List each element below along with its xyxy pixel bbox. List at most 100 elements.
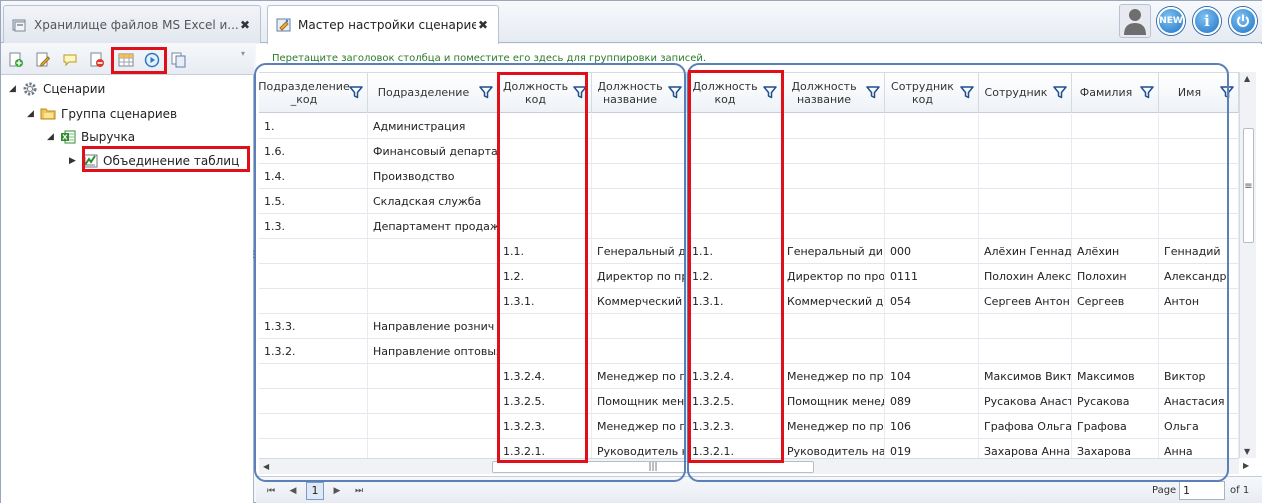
table-cell[interactable]: Сергеев xyxy=(1072,289,1159,314)
filter-icon[interactable] xyxy=(763,85,777,99)
table-cell[interactable] xyxy=(259,239,368,264)
filter-icon[interactable] xyxy=(1053,85,1067,99)
table-cell[interactable]: 1.3.2.5. xyxy=(498,389,592,414)
table-cell[interactable] xyxy=(979,214,1072,239)
column-header[interactable]: Должность название xyxy=(592,73,687,113)
table-cell[interactable] xyxy=(687,139,782,164)
table-cell[interactable]: Финансовый департам xyxy=(368,139,498,164)
table-cell[interactable] xyxy=(1072,164,1159,189)
table-cell[interactable]: Администрация xyxy=(368,114,498,139)
table-cell[interactable] xyxy=(687,114,782,139)
table-cell[interactable] xyxy=(368,414,498,439)
table-cell[interactable]: Менеджер по про xyxy=(782,414,885,439)
table-cell[interactable] xyxy=(498,314,592,339)
table-cell[interactable]: 1.3.3. xyxy=(259,314,368,339)
table-cell[interactable]: Руководитель н xyxy=(592,439,687,458)
table-cell[interactable] xyxy=(259,389,368,414)
table-cell[interactable] xyxy=(885,114,979,139)
table-cell[interactable]: Русакова xyxy=(1072,389,1159,414)
table-cell[interactable]: Департамент продаж xyxy=(368,214,498,239)
table-cell[interactable]: Производство xyxy=(368,164,498,189)
group-by-hint[interactable]: Перетащите заголовок столбца и поместите… xyxy=(272,53,706,64)
table-cell[interactable]: Менеджер по п xyxy=(592,364,687,389)
table-cell[interactable]: Складская служба xyxy=(368,189,498,214)
table-cell[interactable] xyxy=(782,139,885,164)
expand-arrow-icon[interactable]: ▶ xyxy=(69,156,79,166)
table-cell[interactable] xyxy=(592,139,687,164)
column-header[interactable]: Должность код xyxy=(687,73,782,113)
filter-icon[interactable] xyxy=(866,85,880,99)
current-page-button[interactable]: 1 xyxy=(306,482,324,500)
table-cell[interactable]: Коммерческий ди xyxy=(782,289,885,314)
filter-icon[interactable] xyxy=(349,85,363,99)
prev-page-icon[interactable]: ◀ xyxy=(286,484,300,498)
table-cell[interactable]: 000 xyxy=(885,239,979,264)
table-cell[interactable]: 1.3.1. xyxy=(498,289,592,314)
scroll-down-icon[interactable]: ▼ xyxy=(1244,447,1250,456)
collapse-arrow-icon[interactable]: ◢ xyxy=(9,84,19,94)
table-cell[interactable] xyxy=(368,439,498,458)
column-header[interactable]: Сотрудник код xyxy=(885,73,979,113)
table-cell[interactable]: Менеджер по про xyxy=(782,364,885,389)
table-cell[interactable] xyxy=(885,339,979,364)
table-cell[interactable]: Менеджер по п xyxy=(592,414,687,439)
panel-splitter[interactable]: ⋮ xyxy=(249,250,258,262)
table-cell[interactable] xyxy=(1159,189,1239,214)
column-header[interactable]: Подразделение xyxy=(368,73,498,113)
table-cell[interactable]: 1.3.1. xyxy=(687,289,782,314)
tab-excel-storage[interactable]: Хранилище файлов MS Excel и... ✖ xyxy=(3,5,261,43)
tree-node-scenarios[interactable]: ◢ Сценарии xyxy=(9,79,105,99)
copy-icon[interactable] xyxy=(169,50,189,70)
table-cell[interactable] xyxy=(979,164,1072,189)
table-row[interactable]: 1.1.Генеральный ди1.1.Генеральный дире00… xyxy=(259,239,1239,264)
scroll-left-icon[interactable]: ◀ xyxy=(263,462,269,471)
table-cell[interactable] xyxy=(687,189,782,214)
table-cell[interactable]: 1.1. xyxy=(687,239,782,264)
table-cell[interactable] xyxy=(259,439,368,458)
next-page-icon[interactable]: ▶ xyxy=(330,484,344,498)
table-row[interactable]: 1.3. Департамент продаж xyxy=(259,214,1239,239)
table-cell[interactable]: Максимов xyxy=(1072,364,1159,389)
table-cell[interactable] xyxy=(498,164,592,189)
first-page-icon[interactable]: ⏮ xyxy=(264,484,278,498)
table-cell[interactable] xyxy=(979,189,1072,214)
table-cell[interactable]: Генеральный дире xyxy=(782,239,885,264)
table-cell[interactable]: Направление оптовых xyxy=(368,339,498,364)
table-cell[interactable] xyxy=(1072,114,1159,139)
table-cell[interactable] xyxy=(1072,214,1159,239)
table-cell[interactable]: 1.3.2.1. xyxy=(498,439,592,458)
table-cell[interactable] xyxy=(782,114,885,139)
collapse-arrow-icon[interactable]: ◢ xyxy=(27,109,37,119)
table-cell[interactable]: Максимов Викт xyxy=(979,364,1072,389)
table-cell[interactable] xyxy=(498,114,592,139)
table-cell[interactable] xyxy=(498,339,592,364)
table-cell[interactable] xyxy=(885,139,979,164)
vertical-scrollbar[interactable]: ▲ ≡ ▼ xyxy=(1239,72,1256,458)
table-cell[interactable]: 1.3.2.1. xyxy=(687,439,782,458)
table-cell[interactable] xyxy=(259,289,368,314)
table-cell[interactable]: 089 xyxy=(885,389,979,414)
tab-scenario-wizard[interactable]: Мастер настройки сценариев ✖ xyxy=(267,5,499,44)
table-cell[interactable] xyxy=(368,239,498,264)
table-cell[interactable] xyxy=(368,289,498,314)
column-header[interactable]: Сотрудник xyxy=(979,73,1072,113)
table-cell[interactable] xyxy=(1159,164,1239,189)
column-header[interactable]: Должность название xyxy=(782,73,885,113)
table-cell[interactable] xyxy=(782,214,885,239)
vertical-scroll-thumb[interactable]: ≡ xyxy=(1243,128,1254,243)
table-cell[interactable]: Алёхин xyxy=(1072,239,1159,264)
table-cell[interactable]: Полохин xyxy=(1072,264,1159,289)
table-cell[interactable]: 1. xyxy=(259,114,368,139)
table-row[interactable]: 1.3.2.4. Менеджер по п 1.3.2.4. Менеджер по… xyxy=(259,364,1239,389)
table-cell[interactable]: Алёхин Геннад xyxy=(979,239,1072,264)
table-row[interactable]: 1.3.2. Направление оптовых xyxy=(259,339,1239,364)
table-cell[interactable]: Помощник мен xyxy=(592,389,687,414)
table-cell[interactable]: 0111 xyxy=(885,264,979,289)
table-cell[interactable] xyxy=(782,189,885,214)
table-cell[interactable]: Александр xyxy=(1159,264,1239,289)
table-cell[interactable] xyxy=(687,214,782,239)
table-cell[interactable]: Полохин Алекс xyxy=(979,264,1072,289)
table-row[interactable]: 1.6. Финансовый департам xyxy=(259,139,1239,164)
filter-icon[interactable] xyxy=(573,85,587,99)
table-row[interactable]: 1.2. Директор по пр 1.2. Директор по прои 01… xyxy=(259,264,1239,289)
